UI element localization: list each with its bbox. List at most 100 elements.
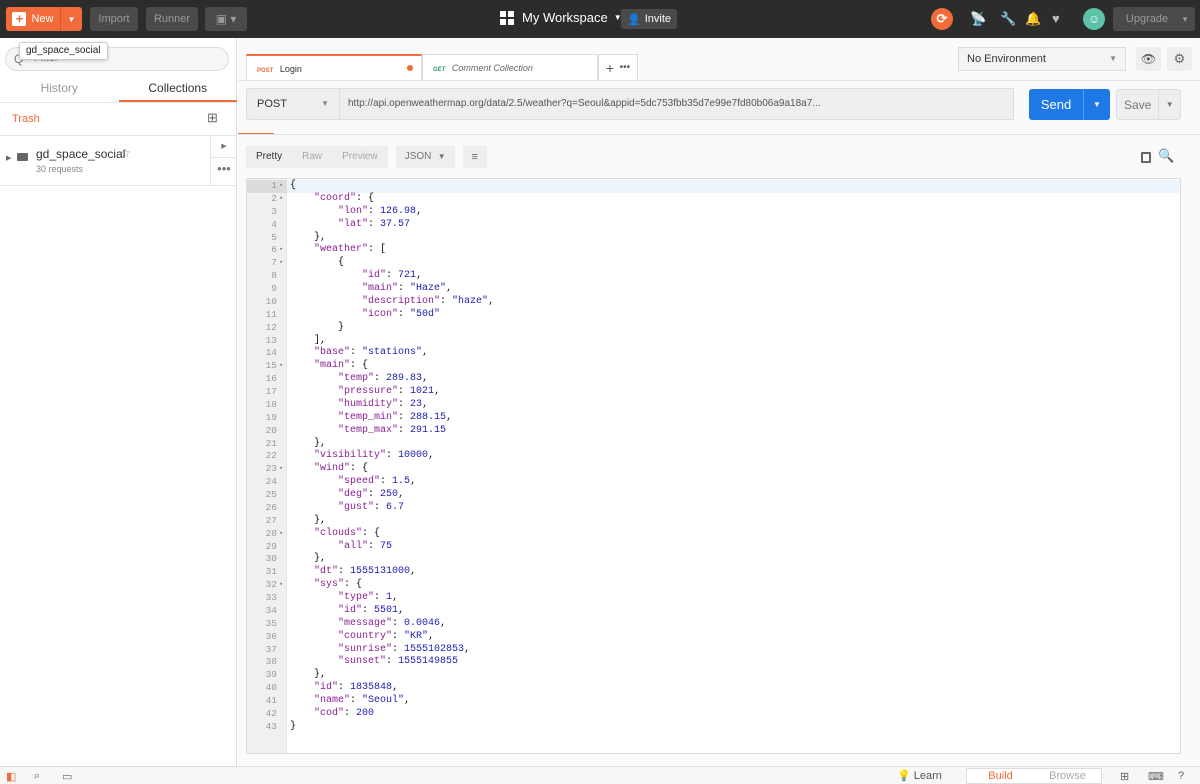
fold-arrow-icon[interactable]: ▾: [279, 257, 287, 270]
line-number: 21: [265, 437, 277, 449]
line-number: 38: [265, 656, 277, 668]
divider: [238, 80, 1200, 81]
request-bar: POST ▼ http://api.openweathermap.org/dat…: [246, 88, 1014, 120]
keyboard-icon[interactable]: ⌨: [1148, 770, 1164, 783]
more-options-icon[interactable]: •••: [210, 158, 237, 185]
eye-icon[interactable]: 👁: [1136, 47, 1161, 71]
line-number: 28: [265, 527, 277, 539]
tab-comment-collection[interactable]: GET Comment Collection: [422, 54, 598, 80]
line-number: 12: [265, 321, 277, 333]
heart-icon[interactable]: ♥: [1052, 11, 1060, 27]
chevron-down-icon[interactable]: ▼: [60, 7, 82, 31]
tab-label: Comment Collection: [451, 63, 533, 73]
avatar[interactable]: ☺: [1083, 8, 1105, 30]
new-button[interactable]: + New ▼: [6, 7, 82, 31]
caret-right-icon[interactable]: ▶: [6, 154, 11, 162]
save-label: Save: [1123, 97, 1152, 112]
fold-arrow-icon[interactable]: ▾: [279, 180, 287, 193]
code-line: 38 "sunset": 1555149855: [247, 656, 1180, 669]
view-pretty[interactable]: Pretty: [246, 146, 293, 168]
copy-icon[interactable]: [1141, 152, 1151, 163]
chevron-down-icon[interactable]: ▼: [1158, 90, 1180, 119]
code-text: },: [290, 669, 327, 681]
code-text: "id": 721,: [362, 270, 423, 282]
invite-button[interactable]: 👤 Invite: [621, 9, 677, 29]
view-preview[interactable]: Preview: [332, 146, 388, 168]
bell-icon[interactable]: 🔔: [1025, 11, 1041, 27]
code-line: 33 "type": 1,: [247, 592, 1180, 605]
tab-collections[interactable]: Collections: [118, 78, 237, 102]
wrench-icon[interactable]: 🔧: [1000, 11, 1016, 27]
tab-build[interactable]: Build: [967, 769, 1034, 783]
environment-label: No Environment: [967, 53, 1046, 65]
response-body[interactable]: 1 ▾{2 ▾ "coord": {3 "lon": 126.98, 4 "lat":…: [246, 178, 1181, 754]
star-icon[interactable]: ☆: [120, 146, 131, 160]
code-text: }: [290, 720, 297, 732]
code-line: 19 "temp_min": 288.15,: [247, 412, 1180, 425]
method-select[interactable]: POST ▼: [246, 88, 340, 120]
sidebar: Q History Collections Trash ⊞ ▶ gd_space…: [0, 38, 237, 766]
plus-icon[interactable]: +: [606, 60, 614, 76]
wrap-lines-icon[interactable]: ≡: [462, 146, 487, 168]
format-select[interactable]: JSON ▼: [395, 146, 455, 168]
tab-browse[interactable]: Browse: [1034, 769, 1101, 783]
save-button[interactable]: Save ▼: [1116, 89, 1181, 120]
code-line: 39 },: [247, 669, 1180, 682]
chevron-down-icon[interactable]: ▼: [1083, 89, 1110, 120]
upgrade-label: Upgrade: [1125, 13, 1169, 25]
gear-icon[interactable]: ⚙: [1167, 47, 1192, 71]
code-text: "lat": 37.57: [338, 218, 411, 230]
code-line: 6 ▾ "weather": [: [247, 244, 1180, 257]
code-line: 37 "sunrise": 1555102853,: [247, 644, 1180, 657]
more-options-icon[interactable]: •••: [620, 62, 631, 73]
view-raw[interactable]: Raw: [292, 146, 333, 168]
expand-arrow-icon[interactable]: ▶: [210, 136, 237, 158]
folder-icon: [17, 153, 28, 161]
code-line: 31 "dt": 1555131000,: [247, 566, 1180, 579]
tab-history[interactable]: History: [0, 78, 119, 102]
search-icon[interactable]: ⌕: [34, 770, 40, 783]
two-pane-icon[interactable]: ⊞: [1120, 770, 1129, 783]
code-text: }: [290, 321, 345, 333]
new-window-button[interactable]: ▣ ▾: [205, 7, 247, 31]
fold-arrow-icon[interactable]: ▾: [279, 360, 287, 373]
trash-link[interactable]: Trash: [12, 113, 40, 125]
line-number: 39: [265, 669, 277, 681]
code-text: "country": "KR",: [338, 630, 435, 642]
import-button[interactable]: Import: [90, 7, 138, 31]
runner-button[interactable]: Runner: [146, 7, 198, 31]
fold-arrow-icon[interactable]: ▾: [279, 193, 287, 206]
code-text: {: [290, 257, 345, 269]
tab-label: Login: [279, 64, 302, 74]
learn-button[interactable]: 💡 Learn: [897, 769, 942, 782]
tab-login[interactable]: POST Login: [246, 54, 422, 80]
search-icon[interactable]: 🔍: [1158, 148, 1174, 164]
sidebar-toggle-icon[interactable]: ◧: [6, 770, 16, 783]
sync-icon[interactable]: ⟳: [931, 8, 953, 30]
fold-arrow-icon[interactable]: ▾: [279, 528, 287, 541]
console-icon[interactable]: ▭: [62, 770, 72, 783]
code-line: 22 "visibility": 10000,: [247, 450, 1180, 463]
fold-arrow-icon[interactable]: ▾: [279, 244, 287, 257]
main-panel: POST Login GET Comment Collection + ••• …: [238, 38, 1200, 766]
new-collection-icon[interactable]: ⊞: [207, 110, 218, 126]
code-line: 30 },: [247, 553, 1180, 566]
upgrade-button[interactable]: Upgrade ▼: [1113, 7, 1195, 31]
line-number: 5: [271, 231, 277, 243]
line-number: 32: [265, 579, 277, 591]
workspace-grid-icon: [500, 10, 514, 25]
fold-arrow-icon[interactable]: ▾: [279, 463, 287, 476]
satellite-icon[interactable]: 📡: [970, 11, 986, 27]
url-input[interactable]: http://api.openweathermap.org/data/2.5/w…: [340, 88, 1014, 120]
help-icon[interactable]: ?: [1178, 770, 1184, 782]
environment-select[interactable]: No Environment ▼: [958, 47, 1126, 71]
collection-item[interactable]: ▶ gd_space_social ☆ 30 requests ▶ •••: [0, 136, 237, 186]
workspace-switcher[interactable]: My Workspace ▼: [500, 10, 622, 25]
line-number: 42: [265, 707, 277, 719]
line-number: 7: [271, 257, 277, 269]
send-button[interactable]: Send ▼: [1029, 89, 1110, 120]
fold-arrow-icon[interactable]: ▾: [279, 579, 287, 592]
code-line: 10 "description": "haze",: [247, 295, 1180, 309]
code-text: "dt": 1555131000,: [314, 566, 417, 578]
code-text: "description": "haze",: [362, 295, 495, 307]
